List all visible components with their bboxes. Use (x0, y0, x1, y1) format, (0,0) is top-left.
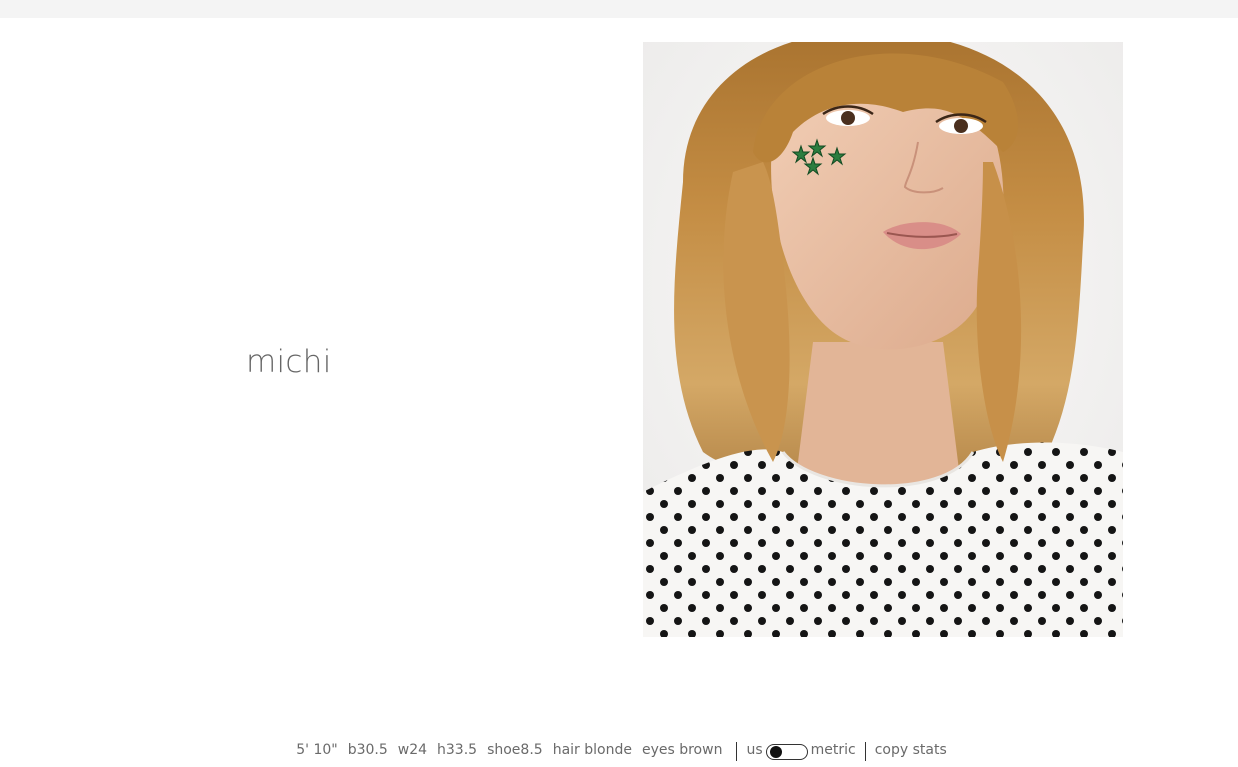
model-photo-illustration (643, 42, 1123, 637)
stat-hips: h33.5 (437, 741, 478, 758)
stat-shoe: shoe8.5 (487, 741, 543, 758)
stat-bust: b30.5 (347, 741, 388, 758)
model-name: michi (246, 344, 332, 380)
divider (864, 742, 866, 761)
unit-metric-label[interactable]: metric (811, 742, 856, 758)
stat-waist: w24 (397, 741, 428, 758)
toggle-knob (769, 745, 782, 758)
stat-hair: hair blonde (552, 741, 632, 758)
unit-us-label[interactable]: us (746, 742, 762, 758)
divider (736, 742, 738, 761)
copy-stats-link[interactable]: copy stats (875, 742, 947, 758)
unit-toggle[interactable] (765, 743, 808, 760)
stat-height: 5' 10" (296, 741, 338, 758)
top-bar (0, 0, 1238, 18)
model-stats-bar: 5' 10" b30.5 w24 h33.5 shoe8.5 hair blon… (0, 740, 1238, 761)
stat-eyes: eyes brown (641, 741, 723, 758)
model-photo (643, 42, 1123, 637)
